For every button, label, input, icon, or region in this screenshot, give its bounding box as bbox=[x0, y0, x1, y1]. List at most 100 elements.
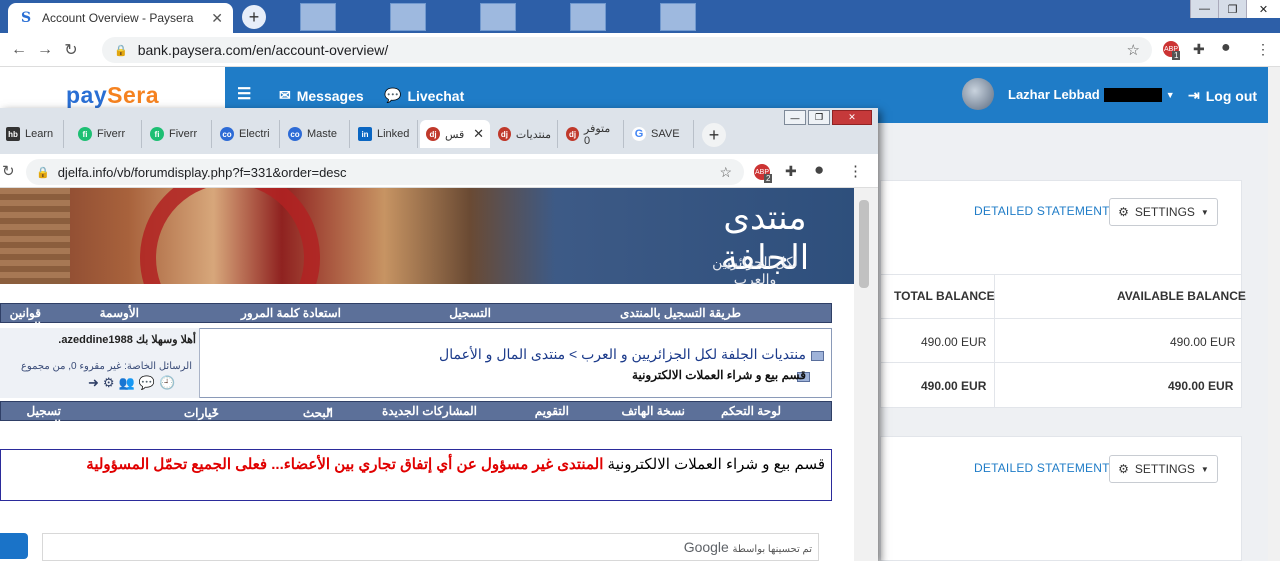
available-balance-header: AVAILABLE BALANCE bbox=[1117, 289, 1246, 303]
lock-icon: 🔒 bbox=[114, 44, 128, 57]
close-icon[interactable]: ✕ bbox=[473, 126, 484, 142]
djelfa-favicon-icon: dj bbox=[426, 127, 440, 141]
close-icon[interactable]: ✕ bbox=[211, 10, 223, 27]
add-user-icon[interactable]: 👥 bbox=[119, 375, 135, 391]
tab-forum-active[interactable]: dj قس ✕ bbox=[420, 120, 490, 148]
url-input[interactable]: 🔒 djelfa.info/vb/forumdisplay.php?f=331&… bbox=[26, 159, 744, 185]
nav-password-recovery[interactable]: استعادة كلمة المرور bbox=[241, 306, 341, 320]
scrollbar[interactable] bbox=[1268, 67, 1280, 561]
scrollbar-thumb[interactable] bbox=[859, 200, 869, 288]
logout-icon: ⇥ bbox=[1188, 87, 1200, 103]
minaret-image bbox=[0, 188, 70, 284]
minimize-icon[interactable]: — bbox=[1190, 0, 1218, 18]
extension-badge: 2 bbox=[764, 174, 773, 183]
chat-icon: 💬 bbox=[384, 87, 402, 103]
sum-total-value: 490.00 EUR bbox=[921, 379, 987, 393]
nav-badges[interactable]: الأوسمة bbox=[100, 306, 139, 320]
logout-icon[interactable]: ➜ bbox=[88, 375, 99, 391]
nav-calendar[interactable]: التقويم bbox=[535, 404, 569, 418]
forward-arrow-icon[interactable]: → bbox=[32, 41, 58, 59]
bookmark-star-icon[interactable]: ☆ bbox=[1127, 41, 1140, 59]
tab-account-overview[interactable]: S Account Overview - Paysera ✕ bbox=[8, 3, 233, 33]
browser-tab-strip: S Account Overview - Paysera ✕ + — ❐ ✕ bbox=[0, 0, 1280, 33]
close-window-icon[interactable]: ✕ bbox=[1246, 0, 1280, 18]
extensions-puzzle-icon[interactable]: ✚ bbox=[1193, 41, 1205, 58]
forum-banner: منتدى الجلفة لكل الجزائريين والعرب bbox=[0, 188, 854, 284]
bookmark-star-icon[interactable]: ☆ bbox=[719, 164, 732, 181]
row-total-value: 490.00 EUR bbox=[921, 335, 987, 349]
user-icons: ➜ ⚙ 👥 💬 🕘 bbox=[88, 375, 175, 391]
detailed-statement-link[interactable]: DETAILED STATEMENT bbox=[974, 204, 1110, 218]
tab-maste[interactable]: co Maste bbox=[282, 120, 350, 148]
profile-icon[interactable]: ● bbox=[1221, 39, 1231, 57]
caret-down-icon: ▼ bbox=[1165, 89, 1175, 100]
hamburger-icon[interactable]: ☰ bbox=[237, 84, 251, 104]
settings-dropdown[interactable]: ⚙ SETTINGS ▼ bbox=[1109, 198, 1218, 226]
url-text: bank.paysera.com/en/account-overview/ bbox=[137, 42, 389, 58]
close-window-icon[interactable]: ✕ bbox=[832, 110, 872, 125]
redacted-block bbox=[1103, 87, 1162, 102]
total-balance-header: TOTAL BALANCE bbox=[894, 289, 995, 303]
url-text: djelfa.info/vb/forumdisplay.php?f=331&or… bbox=[57, 164, 347, 180]
fiverr-favicon-icon: fi bbox=[78, 127, 92, 141]
profile-icon[interactable]: ● bbox=[814, 160, 824, 180]
divider bbox=[880, 318, 1242, 319]
nav-how-to-register[interactable]: طريقة التسجيل بالمنتدى bbox=[620, 306, 741, 320]
reload-icon[interactable]: ↻ bbox=[58, 40, 84, 60]
avatar[interactable] bbox=[962, 78, 994, 110]
clock-icon[interactable]: 🕘 bbox=[159, 375, 175, 391]
caret-down-icon: ▼ bbox=[1200, 207, 1209, 217]
tab-learn[interactable]: hb Learn bbox=[0, 120, 64, 148]
private-messages-link[interactable]: الرسائل الخاصة: غير مقروء 0, من مجموع bbox=[0, 361, 192, 372]
forum-browser-window: hb Learn fi Fiverr fi Fiverr co Electri … bbox=[0, 108, 878, 561]
reload-icon[interactable]: ↻ bbox=[2, 162, 15, 180]
nav-logout[interactable]: تسجيل الخرو bbox=[1, 404, 62, 432]
google-logo: Google bbox=[683, 539, 729, 555]
livechat-link[interactable]: 💬 Livechat bbox=[384, 87, 464, 104]
tab-fiverr[interactable]: fi Fiverr bbox=[72, 120, 142, 148]
menu-kebab-icon[interactable]: ⋮ bbox=[1256, 41, 1270, 58]
url-input[interactable]: 🔒 bank.paysera.com/en/account-overview/ … bbox=[102, 37, 1152, 63]
forum-notice: قسم بيع و شراء العملات الالكترونية المنت… bbox=[0, 449, 832, 501]
nav-register[interactable]: التسجيل bbox=[449, 306, 491, 320]
restore-icon[interactable]: ❐ bbox=[808, 110, 830, 125]
forum-title: قسم بيع و شراء العملات الالكترونية bbox=[632, 368, 806, 382]
tab-save[interactable]: G SAVE bbox=[626, 120, 694, 148]
lock-icon: 🔒 bbox=[36, 166, 50, 179]
tab-fiverr[interactable]: fi Fiverr bbox=[144, 120, 212, 148]
settings-dropdown[interactable]: ⚙ SETTINGS ▼ bbox=[1109, 455, 1218, 483]
nav-mobile-version[interactable]: نسخة الهاتف bbox=[622, 404, 686, 418]
scrollbar[interactable] bbox=[854, 188, 878, 561]
coursera-favicon-icon: co bbox=[220, 127, 234, 141]
tab-forums[interactable]: dj منتديات bbox=[492, 120, 558, 148]
nav-control-panel[interactable]: لوحة التحكم bbox=[721, 404, 781, 418]
new-tab-button[interactable]: + bbox=[242, 5, 266, 29]
menu-kebab-icon[interactable]: ⋮ bbox=[848, 162, 863, 180]
address-bar-row: ← → ↻ 🔒 bank.paysera.com/en/account-over… bbox=[0, 33, 1280, 67]
user-menu[interactable]: Lazhar Lebbad ▼ bbox=[1008, 87, 1175, 102]
logout-link[interactable]: ⇥ Log out bbox=[1188, 87, 1257, 104]
tab-electri[interactable]: co Electri bbox=[214, 120, 280, 148]
tab-title: Account Overview - Paysera bbox=[42, 11, 194, 25]
detailed-statement-link[interactable]: DETAILED STATEMENT bbox=[974, 461, 1110, 475]
settings-icon[interactable]: ⚙ bbox=[103, 375, 115, 391]
caret-down-icon: ▼ bbox=[211, 406, 219, 415]
divider bbox=[880, 362, 1242, 363]
gear-icon: ⚙ bbox=[1118, 462, 1129, 476]
extensions-puzzle-icon[interactable]: ✚ bbox=[785, 163, 797, 180]
breadcrumb[interactable]: منتديات الجلفة لكل الجزائريين و العرب > … bbox=[410, 346, 806, 363]
google-search-input[interactable]: تم تحسينها بواسطة Google bbox=[42, 533, 819, 561]
sub-nav: لوحة التحكم نسخة الهاتف التقويم المشاركا… bbox=[0, 401, 832, 434]
restore-icon[interactable]: ❐ bbox=[1218, 0, 1246, 18]
search-submit-button[interactable] bbox=[0, 533, 28, 559]
tab-linkedin[interactable]: in Linked bbox=[352, 120, 418, 148]
minimize-icon[interactable]: — bbox=[784, 110, 806, 125]
back-arrow-icon[interactable]: ← bbox=[6, 41, 32, 59]
messages-link[interactable]: ✉ Messages bbox=[279, 87, 364, 104]
tab-available[interactable]: dj متوفر 0 bbox=[560, 120, 624, 148]
row-available-value: 490.00 EUR bbox=[1170, 335, 1236, 349]
nav-new-posts[interactable]: المشاركات الجديدة bbox=[382, 404, 477, 418]
new-tab-button[interactable]: + bbox=[702, 123, 726, 147]
top-nav: طريقة التسجيل بالمنتدى التسجيل استعادة ك… bbox=[0, 303, 832, 334]
messages-icon[interactable]: 💬 bbox=[139, 375, 155, 391]
